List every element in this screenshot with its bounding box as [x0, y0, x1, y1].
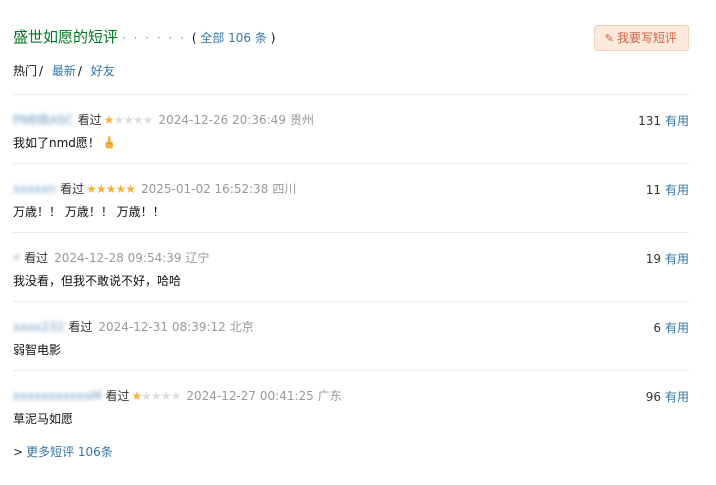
vote-count: 6 [653, 321, 661, 335]
watch-status: 看过 [105, 389, 130, 403]
comment-meta: • 看过 2024-12-28 09:54:39 辽宁 [13, 250, 210, 266]
vote-area: 11 有用 [646, 181, 689, 198]
comment-time: 2024-12-31 08:39:12 [98, 320, 226, 334]
vote-count: 131 [638, 114, 661, 128]
comment-location: 贵州 [289, 113, 314, 127]
useful-button[interactable]: 有用 [665, 321, 689, 335]
star-filled-icon: ★ [115, 182, 126, 196]
tab-friends[interactable]: 好友 [91, 64, 115, 78]
useful-button[interactable]: 有用 [665, 390, 689, 404]
tab-separator: / [39, 64, 44, 78]
vote-count: 96 [645, 390, 661, 404]
section-title-text: 盛世如愿的短评 [13, 28, 119, 46]
comment-item: • 看过 2024-12-28 09:54:39 辽宁 19 有用 我没看，但我不敢说不… [13, 232, 689, 301]
pencil-icon: ✎ [604, 32, 614, 45]
rating-stars: ★★★★★ [131, 388, 182, 404]
write-comment-label: 我要写短评 [616, 31, 677, 45]
comment-item: xxxxxxxxxxxM 看过 ★★★★★ 2024-12-27 00:41:25 广东… [13, 370, 689, 439]
star-empty-icon: ★ [160, 389, 172, 403]
comment-location: 广东 [317, 389, 342, 403]
comment-time: 2024-12-28 09:54:39 [54, 251, 182, 265]
watch-status: 看过 [77, 113, 102, 127]
star-empty-icon: ★ [113, 113, 124, 127]
sort-tabs: 热门 / 最新 / 好友 [13, 62, 115, 79]
rating-stars: ★★★★★ [86, 181, 136, 197]
paren-close: ) [270, 31, 276, 45]
comment-text: 我没看，但我不敢说不好，哈哈 [13, 274, 182, 288]
comment-meta: xxxx232 看过 2024-12-31 08:39:12 北京 [13, 319, 254, 335]
comment-time: 2025-01-02 16:52:38 [140, 182, 269, 196]
watch-status: 看过 [24, 251, 49, 265]
star-empty-icon: ★ [142, 113, 154, 127]
comment-user-link[interactable]: xxxxxn [13, 181, 56, 197]
vote-area: 96 有用 [646, 388, 689, 405]
useful-button[interactable]: 有用 [665, 114, 689, 128]
comment-content: 弱智电影 [13, 341, 61, 358]
comment-time: 2024-12-27 00:41:25 [186, 389, 314, 403]
star-filled-icon: ★ [86, 182, 97, 196]
pointing-hand-icon [105, 136, 113, 149]
more-comments-link[interactable]: 更多短评 106条 [26, 445, 113, 459]
tab-separator: / [77, 64, 82, 78]
all-comments-wrap: ( 全部 106 条 ) [188, 31, 276, 45]
vote-count: 11 [645, 183, 661, 197]
star-filled-icon: ★ [131, 389, 143, 403]
more-arrow-icon: > [13, 445, 24, 459]
star-filled-icon: ★ [95, 182, 107, 196]
star-empty-icon: ★ [141, 389, 152, 403]
comment-text: 万歳！！ 万歳！！ 万歳！！ [13, 205, 165, 219]
comment-user-link[interactable]: • [13, 250, 20, 266]
comment-list: PNB铁ASC 看过 ★★★★★ 2024-12-26 20:36:49 贵州 131 有… [13, 94, 689, 439]
comment-meta: xxxxxn 看过 ★★★★★ 2025-01-02 16:52:38 四川 [13, 181, 296, 197]
comment-text: 草泥马如愿 [13, 412, 74, 426]
star-empty-icon: ★ [132, 113, 144, 127]
rating-stars: ★★★★★ [103, 112, 154, 128]
star-empty-icon: ★ [123, 113, 134, 127]
vote-area: 131 有用 [638, 112, 689, 129]
vote-area: 6 有用 [653, 319, 689, 336]
star-filled-icon: ★ [105, 182, 117, 196]
comment-location: 辽宁 [185, 251, 210, 265]
comment-meta: PNB铁ASC 看过 ★★★★★ 2024-12-26 20:36:49 贵州 [13, 112, 314, 128]
comment-meta: xxxxxxxxxxxM 看过 ★★★★★ 2024-12-27 00:41:25 广东 [13, 388, 342, 404]
comments-header: 盛世如愿的短评 · · · · · · ( 全部 106 条 ) ✎ 我要写短评 [13, 25, 689, 51]
comment-content: 我如了nmd愿！ [13, 134, 114, 151]
comment-time: 2024-12-26 20:36:49 [158, 113, 286, 127]
star-filled-icon: ★ [103, 113, 115, 127]
watch-status: 看过 [60, 182, 85, 196]
star-filled-icon: ★ [125, 182, 136, 196]
all-comments-link[interactable]: 全部 106 条 [200, 31, 267, 45]
watch-status: 看过 [68, 320, 93, 334]
comment-user-link[interactable]: xxxx232 [13, 319, 64, 335]
comment-content: 我没看，但我不敢说不好，哈哈 [13, 272, 181, 289]
paren-open: ( [191, 31, 197, 45]
write-comment-button[interactable]: ✎ 我要写短评 [593, 25, 689, 51]
more-comments: > 更多短评 106条 [13, 443, 113, 460]
star-empty-icon: ★ [151, 389, 162, 403]
comment-item: xxxx232 看过 2024-12-31 08:39:12 北京 6 有用 弱智电影 [13, 301, 689, 370]
comment-item: xxxxxn 看过 ★★★★★ 2025-01-02 16:52:38 四川 11 有用 … [13, 163, 689, 232]
comment-content: 万歳！！ 万歳！！ 万歳！！ [13, 203, 165, 220]
star-empty-icon: ★ [170, 389, 182, 403]
vote-count: 19 [645, 252, 661, 266]
title-dots: · · · · · · [122, 31, 186, 45]
comment-text: 我如了nmd愿！ [13, 136, 100, 150]
vote-area: 19 有用 [646, 250, 689, 267]
tab-latest[interactable]: 最新 [52, 64, 76, 78]
comment-content: 草泥马如愿 [13, 410, 73, 427]
tab-hot[interactable]: 热门 [13, 64, 37, 78]
comment-user-link[interactable]: PNB铁ASC [13, 112, 74, 128]
comment-text: 弱智电影 [13, 343, 62, 357]
comment-location: 四川 [272, 182, 297, 196]
useful-button[interactable]: 有用 [665, 183, 689, 197]
useful-button[interactable]: 有用 [665, 252, 689, 266]
comment-user-link[interactable]: xxxxxxxxxxxM [13, 388, 101, 404]
comment-location: 北京 [229, 320, 254, 334]
section-title: 盛世如愿的短评 · · · · · · ( 全部 106 条 ) [13, 26, 275, 47]
comment-item: PNB铁ASC 看过 ★★★★★ 2024-12-26 20:36:49 贵州 131 有… [13, 94, 689, 163]
